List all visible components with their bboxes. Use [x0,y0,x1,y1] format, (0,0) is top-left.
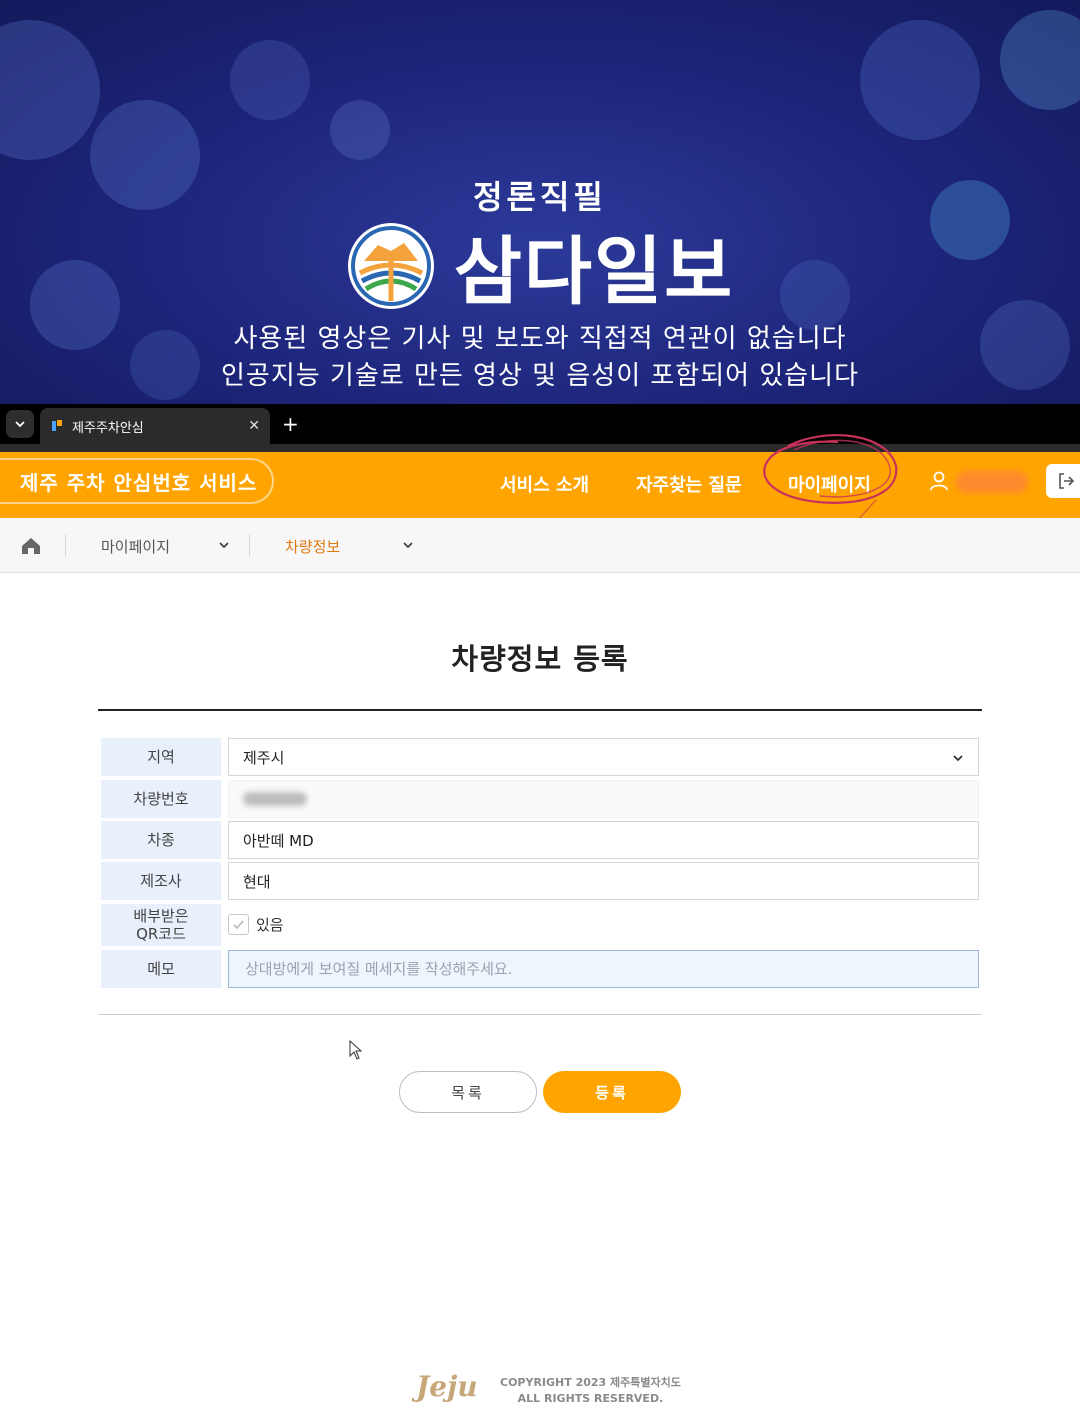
chevron-down-icon [15,421,25,428]
breadcrumb-divider [65,534,66,556]
home-icon[interactable] [20,536,42,556]
region-select[interactable]: 제주시 [228,738,979,776]
chevron-down-icon[interactable] [401,538,415,552]
footer-copyright: COPYRIGHT 2023 제주특별자치도 ALL RIGHTS RESERV… [500,1375,681,1407]
user-icon[interactable] [928,470,950,492]
page-title: 차량정보 등록 [451,642,629,676]
browser-tab[interactable]: 제주주차안심 ✕ [40,408,270,444]
qr-code-option-label: 있음 [256,916,284,934]
form-top-divider [98,709,982,711]
manufacturer-value: 현대 [243,872,271,891]
qr-code-option[interactable]: 있음 [228,914,284,935]
register-button[interactable]: 등록 [543,1071,681,1113]
banner-notice-1: 사용된 영상은 기사 및 보도와 직접적 연관이 없습니다 [233,324,847,354]
rights-line: ALL RIGHTS RESERVED. [517,1392,664,1405]
memo-label: 메모 [101,950,221,988]
qr-code-label: 배부받은 QR코드 [101,904,221,946]
newspaper-name: 삼다일보 [453,229,735,315]
nav-faq[interactable]: 자주찾는 질문 [636,471,742,497]
bokeh-light [330,100,390,160]
chevron-down-icon[interactable] [217,538,231,552]
copyright-line: COPYRIGHT 2023 제주특별자치도 [500,1376,681,1389]
new-tab-button[interactable]: + [282,412,299,436]
check-icon [233,920,244,930]
plate-number-field [228,780,979,818]
bokeh-light [230,40,310,120]
nav-service-intro[interactable]: 서비스 소개 [500,471,589,497]
mouse-cursor-icon [349,1040,363,1060]
tab-list-dropdown[interactable] [6,410,34,438]
plate-number-label: 차량번호 [101,780,221,818]
region-selected-value: 제주시 [243,748,285,767]
plate-number-blurred [243,792,307,806]
newspaper-logo: 삼다일보 [0,212,1080,319]
browser-tab-bar: 제주주차안심 ✕ + [0,404,1080,452]
bokeh-light [1000,10,1080,110]
qr-code-label-line1: 배부받은 [133,907,189,925]
memo-field[interactable] [228,950,979,988]
news-banner: 정론직필 삼다일보 사용된 영상은 기사 및 보도와 직접적 연관이 없습니다 … [0,0,1080,404]
banner-notice-2: 인공지능 기술로 만든 영상 및 음성이 포함되어 있습니다 [220,361,859,391]
site-header: 제주 주차 안심번호 서비스 서비스 소개 자주찾는 질문 마이페이지 [0,434,1080,523]
tab-title: 제주주차안심 [72,420,144,436]
memo-input[interactable] [243,951,978,987]
bokeh-light [0,20,100,160]
site-favicon-icon [50,419,64,433]
chevron-down-icon [953,755,963,762]
bokeh-light [860,20,980,140]
car-model-value: 아반떼 MD [243,831,314,850]
car-model-input[interactable]: 아반떼 MD [228,821,979,859]
breadcrumb-divider [249,534,250,556]
jeju-logo: Jeju [416,1370,478,1403]
nav-mypage[interactable]: 마이페이지 [788,471,871,497]
logout-button[interactable] [1046,464,1080,498]
form-bottom-divider [98,1014,982,1015]
site-brand-link[interactable]: 제주 주차 안심번호 서비스 [0,458,274,504]
logout-icon [1059,473,1075,489]
qr-code-label-line2: QR코드 [136,925,186,943]
list-button[interactable]: 목록 [399,1071,537,1113]
qr-code-checkbox[interactable] [228,914,249,935]
region-label: 지역 [101,738,221,776]
breadcrumb: 마이페이지 차량정보 [0,518,1080,573]
breadcrumb-mypage[interactable]: 마이페이지 [101,536,170,557]
manufacturer-label: 제조사 [101,862,221,900]
breadcrumb-vehicle-info[interactable]: 차량정보 [285,536,340,557]
user-name-blurred [956,471,1028,493]
browser-toolbar-strip [0,444,1080,452]
car-model-label: 차종 [101,821,221,859]
close-tab-icon[interactable]: ✕ [248,418,260,434]
manufacturer-input[interactable]: 현대 [228,862,979,900]
newspaper-emblem-icon [347,222,434,309]
